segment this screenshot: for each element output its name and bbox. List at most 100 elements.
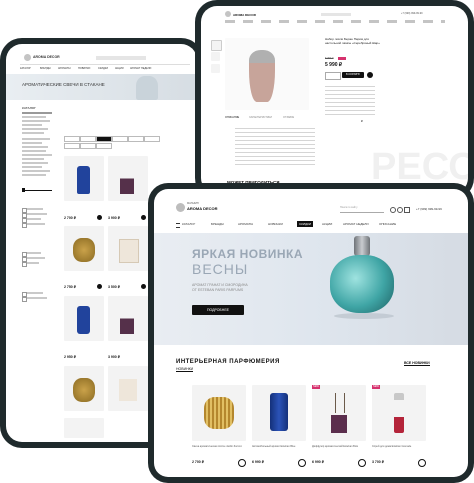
logo-text[interactable]: AROMA DECOR [233, 13, 256, 17]
sidebar-title: КАТАЛОГ [22, 106, 36, 110]
add-to-cart-button[interactable]: В КОРЗИНУ [342, 72, 364, 78]
sidebar-filters [22, 112, 58, 402]
old-price: 8 750 ₽ [325, 57, 334, 60]
nav-item-promo[interactable]: АКЦИИ [322, 222, 332, 226]
all-new-link[interactable]: ВСЕ НОВИНКИ [404, 361, 430, 366]
cart-icon[interactable] [404, 207, 410, 213]
perfume-bottle-image [330, 255, 394, 313]
catalog-nav: КАТАЛОГ БРЕНДЫ АРОМАТЫ НОВИНКИ СКИДКИ АК… [20, 67, 190, 72]
lamp-bottle-image [249, 50, 275, 102]
nav-item[interactable]: АРОМАТ НЕДЕЛИ [130, 67, 151, 70]
quantity-stepper[interactable] [325, 72, 341, 80]
filter-chip[interactable] [128, 136, 144, 142]
new-badge: NEW [312, 385, 320, 389]
header-nav-line [225, 20, 445, 23]
header-divider [20, 64, 190, 65]
nav-item[interactable]: НОВИНКИ [78, 67, 90, 70]
tab-description[interactable]: ОПИСАНИЕ [225, 116, 239, 119]
nav-item-aroma-week[interactable]: АРОМАТ НЕДЕЛИ [343, 222, 369, 226]
filter-chip[interactable] [64, 136, 80, 142]
product-price: 3 900 ₽ [108, 355, 120, 359]
nav-item-catalog[interactable]: КАТАЛОГ [182, 222, 195, 226]
product-price: 3 900 ₽ [108, 216, 120, 220]
phone-number[interactable]: +7 (999) 999-99-99 [416, 207, 442, 211]
main-nav: КАТАЛОГ БРЕНДЫ АРОМАТЫ НОВИНКИ СКИДКИ АК… [176, 221, 456, 230]
nav-item-aromas[interactable]: АРОМАТЫ [238, 222, 253, 226]
cart-icon[interactable] [97, 284, 102, 289]
cart-icon[interactable] [97, 215, 102, 220]
product-price: 6 990 ₽ [252, 460, 264, 464]
spray-bottle-image [394, 393, 404, 433]
product-price: 2 700 ₽ [64, 216, 76, 220]
nav-item[interactable]: КАТАЛОГ [20, 67, 31, 70]
filter-chip[interactable] [80, 143, 96, 149]
filter-chip[interactable] [112, 136, 128, 142]
products-row: Свеча ароматическая Arome Jardin Золото … [192, 385, 432, 471]
section-tab-new[interactable]: НОВИНКИ [176, 367, 194, 372]
section-title: ИНТЕРЬЕРНАЯ ПАРФЮМЕРИЯ [176, 359, 280, 365]
home-screen: МАГАЗИН AROMA DECOR Поиск по сайту +7 (9… [154, 189, 468, 477]
logo-icon[interactable] [176, 203, 185, 212]
thumbnail[interactable] [211, 40, 222, 51]
product-price: 3 500 ₽ [108, 285, 120, 289]
product-price: 6 990 ₽ [312, 460, 324, 464]
thumbnail[interactable] [211, 64, 220, 73]
favorite-icon[interactable] [367, 72, 373, 78]
search-input[interactable] [96, 56, 146, 60]
thumbnail[interactable] [211, 52, 220, 61]
cart-icon[interactable] [141, 215, 146, 220]
product-title[interactable]: Автомобильный аромат Esteban Blue [252, 445, 304, 448]
filter-chip[interactable] [96, 136, 112, 142]
white-candle-image [119, 239, 139, 263]
hero-more-button[interactable]: ПОДРОБНЕЕ [192, 305, 244, 315]
favorite-icon[interactable] [397, 207, 403, 213]
product-title[interactable]: Диффузор ароматический Esteban Bois [312, 445, 364, 448]
product-card[interactable] [64, 418, 104, 438]
phone-number[interactable]: +7 (999) 999-99-99 [401, 12, 422, 16]
nav-item[interactable]: БРЕНДЫ [40, 67, 51, 70]
blue-bottle-image [77, 166, 90, 194]
cart-icon[interactable] [418, 459, 426, 467]
search-placeholder: Поиск по сайту [340, 206, 358, 209]
price-slider[interactable] [22, 190, 52, 191]
info-lines [325, 86, 375, 116]
filter-chip[interactable] [96, 143, 112, 149]
cart-icon[interactable] [358, 459, 366, 467]
hero-title-line1: ЯРКАЯ НОВИНКА [192, 247, 304, 261]
tab-specs[interactable]: ХАРАКТЕРИСТИКИ [249, 116, 272, 119]
product-title[interactable]: Спрей для дома Esteban Grenade [372, 445, 424, 448]
cart-icon[interactable] [238, 459, 246, 467]
nav-item[interactable]: СКИДКИ [98, 67, 108, 70]
cart-icon[interactable] [141, 284, 146, 289]
product-price: 2 750 ₽ [64, 285, 76, 289]
logo-icon[interactable] [225, 11, 231, 17]
nav-item[interactable]: АКЦИИ [115, 67, 124, 70]
tab-reviews[interactable]: ОТЗЫВЫ [283, 116, 294, 119]
filter-chip[interactable] [80, 136, 96, 142]
logo-text[interactable]: AROMA DECOR [187, 206, 218, 211]
item-code: # [361, 119, 363, 123]
filter-chip[interactable] [144, 136, 160, 142]
logo-text[interactable]: AROMA DECOR [33, 55, 60, 60]
filter-chip[interactable] [64, 143, 80, 149]
nav-item-description[interactable]: ОПИСАНИЕ [379, 222, 396, 226]
nav-catalog-icon [176, 223, 180, 228]
search-input[interactable]: Поиск по сайту [340, 206, 384, 213]
nav-item-brands[interactable]: БРЕНДЫ [211, 222, 224, 226]
diffuser-image [120, 308, 134, 334]
diffuser-image [120, 168, 134, 194]
user-icon[interactable] [390, 207, 396, 213]
nav-item-new[interactable]: НОВИНКИ [268, 222, 283, 226]
product-title[interactable]: Свеча ароматическая Arome Jardin Золото [192, 445, 244, 448]
product-price: 3 700 ₽ [372, 460, 384, 464]
hero-subtitle-line1: АРОМАТ ГРАНАТ И СМОРОДИНА [192, 283, 248, 287]
thumbnail-strip [211, 40, 222, 100]
filter-chips [64, 136, 189, 150]
nav-item[interactable]: АРОМАТЫ [58, 67, 71, 70]
search-input[interactable] [321, 13, 351, 16]
nav-item-sale[interactable]: СКИДКИ [297, 221, 314, 227]
hero-title-line2: ВЕСНЫ [192, 261, 249, 277]
hero-banner: ЯРКАЯ НОВИНКА ВЕСНЫ АРОМАТ ГРАНАТ И СМОР… [154, 233, 468, 345]
logo-icon[interactable] [24, 54, 31, 61]
cart-icon[interactable] [298, 459, 306, 467]
